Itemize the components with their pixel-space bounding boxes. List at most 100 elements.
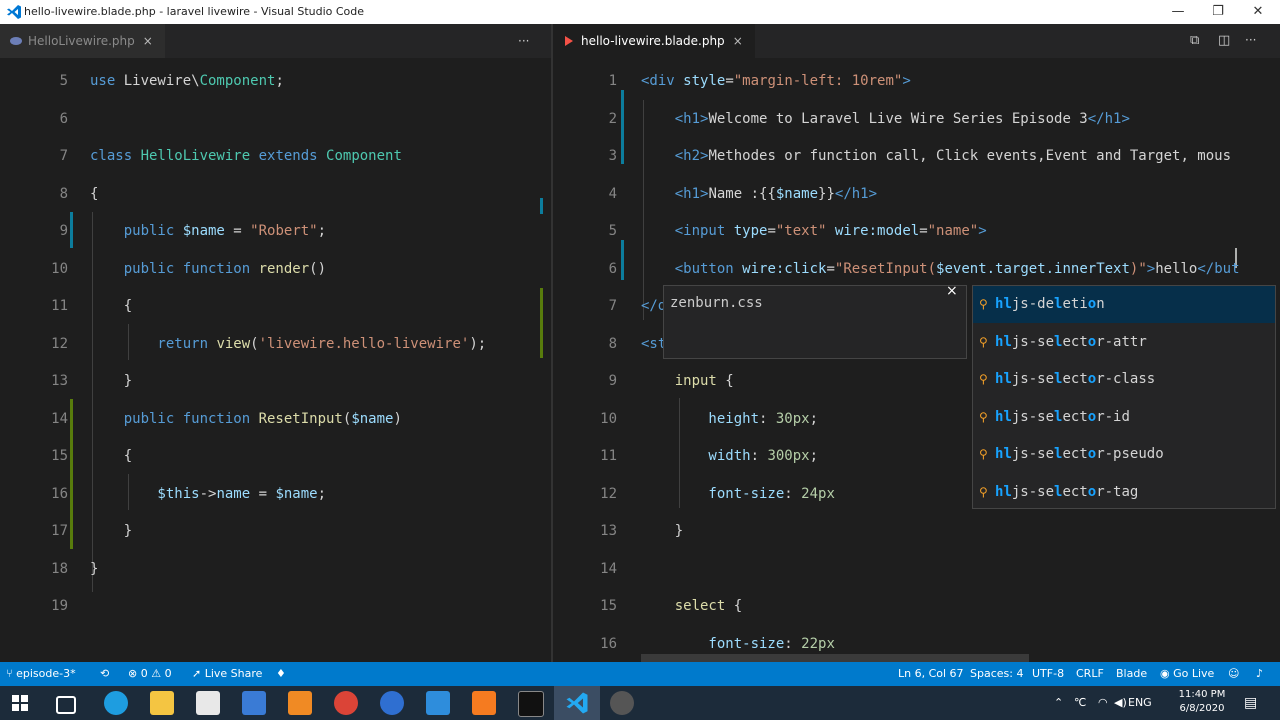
code-line[interactable]: 11 {: [0, 288, 551, 325]
firefox-icon[interactable]: [380, 691, 404, 715]
line-number: 10: [51, 260, 68, 277]
code-line[interactable]: 18}: [0, 551, 551, 588]
code-line[interactable]: 15 {: [0, 438, 551, 475]
suggest-label-part: r-id: [1096, 408, 1130, 425]
edge-browser-icon[interactable]: [104, 691, 128, 715]
horizontal-scrollbar[interactable]: [641, 654, 1029, 662]
code-token: wire:click: [742, 260, 827, 277]
terminal-icon[interactable]: [518, 691, 544, 717]
go-live-button[interactable]: ◉ Go Live: [1160, 662, 1214, 686]
code-line[interactable]: 12 return view('livewire.hello-livewire'…: [0, 326, 551, 363]
close-icon[interactable]: ×: [733, 34, 743, 48]
minimize-button[interactable]: —: [1158, 0, 1198, 24]
suggest-item[interactable]: ⚲ hljs-selector-id: [973, 399, 1275, 436]
windows-start-icon[interactable]: [12, 695, 28, 711]
sync-icon[interactable]: ⟲: [100, 662, 109, 686]
code-line[interactable]: 6 <button wire:click="ResetInput($event.…: [553, 251, 1280, 288]
code-token: =: [250, 485, 276, 502]
vscode-taskbar-active[interactable]: [554, 686, 600, 720]
code-line[interactable]: 13 }: [553, 513, 1280, 550]
code-line[interactable]: 4 <h1>Name :{{$name}}</h1>: [553, 176, 1280, 213]
input-language[interactable]: ENG: [1128, 686, 1152, 720]
file-explorer-icon[interactable]: [150, 691, 174, 715]
open-changes-icon[interactable]: ⧉: [1190, 33, 1199, 48]
code-line[interactable]: 7 class HelloLivewire extends Component: [0, 138, 551, 175]
code-line[interactable]: 17 }: [0, 513, 551, 550]
suggest-item[interactable]: ⚲ hljs-deletion: [973, 286, 1275, 323]
suggest-item[interactable]: ⚲ hljs-selector-tag: [973, 474, 1275, 511]
clock[interactable]: 11:40 PM 6/8/2020: [1170, 688, 1234, 716]
line-ending[interactable]: CRLF: [1076, 662, 1104, 686]
code-line[interactable]: 8{: [0, 176, 551, 213]
code-line[interactable]: 5 <input type="text" wire:model="name">: [553, 213, 1280, 250]
suggest-label-part: ect: [1062, 446, 1088, 462]
close-icon[interactable]: ×: [143, 34, 153, 48]
line-number: 13: [51, 373, 68, 389]
indentation[interactable]: Spaces: 4: [970, 662, 1023, 686]
suggest-label-part: o: [1087, 371, 1097, 387]
tray-app-icon[interactable]: ℃: [1074, 686, 1086, 720]
close-icon[interactable]: ×: [946, 283, 958, 299]
encoding[interactable]: UTF-8: [1032, 662, 1064, 686]
action-center-icon[interactable]: ▤: [1244, 686, 1257, 720]
remote-branch-indicator[interactable]: ⑂ episode-3*: [6, 662, 76, 686]
code-line[interactable]: 14 public function ResetInput($name): [0, 401, 551, 438]
xampp-icon[interactable]: [472, 691, 496, 715]
tab-hello-livewire-blade[interactable]: hello-livewire.blade.php ×: [553, 24, 755, 58]
code-line[interactable]: 19: [0, 588, 551, 625]
vlc-icon[interactable]: [288, 691, 312, 715]
more-actions-icon[interactable]: ···: [518, 24, 529, 58]
chrome-icon[interactable]: [334, 691, 358, 715]
code-token: }}: [818, 185, 835, 202]
volume-icon[interactable]: ◀): [1114, 686, 1127, 720]
network-icon[interactable]: ◠: [1098, 686, 1108, 720]
suggest-item[interactable]: ⚲ hljs-selector-class: [973, 361, 1275, 398]
suggest-label-part: n: [1096, 296, 1105, 312]
code-line[interactable]: 5 use Livewire\Component;: [0, 63, 551, 100]
code-line[interactable]: 2 <h1>Welcome to Laravel Live Wire Serie…: [553, 101, 1280, 138]
code-line[interactable]: 1 <div style="margin-left: 10rem">: [553, 63, 1280, 100]
code-line[interactable]: 16 $this->name = $name;: [0, 476, 551, 513]
mail-icon[interactable]: [242, 691, 266, 715]
language-mode[interactable]: Blade: [1116, 662, 1147, 686]
code-line[interactable]: 14: [553, 551, 1280, 588]
code-line[interactable]: 3 <h2>Methodes or function call, Click e…: [553, 138, 1280, 175]
notepad-icon[interactable]: [426, 691, 450, 715]
tab-hellolivewire-php[interactable]: HelloLivewire.php ×: [0, 24, 165, 58]
line-number: 6: [59, 110, 68, 127]
suggest-item[interactable]: ⚲ hljs-selector-attr: [973, 324, 1275, 361]
line-number: 5: [608, 223, 617, 239]
code-line[interactable]: 9 public $name = "Robert";: [0, 213, 551, 250]
branch-label: episode-3*: [16, 667, 76, 680]
suggest-list[interactable]: ⚲ hljs-deletion ⚲ hljs-selector-attr ⚲ hljs-s…: [972, 285, 1276, 509]
status-bar: ⑂ episode-3* ⟲ ⊗ 0 ⚠ 0 ➚ Live Share ♦ Ln…: [0, 662, 1280, 686]
code-line[interactable]: 6: [0, 101, 551, 138]
obs-icon[interactable]: [610, 691, 634, 715]
line-number: 16: [600, 635, 617, 652]
cursor-position[interactable]: Ln 6, Col 67: [898, 662, 964, 686]
code-token: 'livewire.hello-livewire': [258, 335, 470, 352]
problems-indicator[interactable]: ⊗ 0 ⚠ 0: [128, 662, 172, 686]
code-token: ->: [199, 485, 217, 502]
code-line[interactable]: 10 public function render(): [0, 251, 551, 288]
code-token: use: [90, 73, 124, 89]
store-icon[interactable]: [196, 691, 220, 715]
suggest-item[interactable]: ⚲ hljs-selector-pseudo: [973, 436, 1275, 473]
code-line[interactable]: 13 }: [0, 363, 551, 400]
split-editor-icon[interactable]: ◫: [1218, 33, 1230, 48]
feedback-icon[interactable]: ☺: [1228, 662, 1239, 686]
task-view-icon[interactable]: [56, 696, 76, 714]
line-number: 5: [59, 73, 68, 89]
left-editor[interactable]: 5 use Livewire\Component; 6 7 class HelloLiv…: [0, 58, 551, 662]
live-share-icon: ➚: [192, 667, 205, 680]
bell-icon[interactable]: ♦: [276, 662, 286, 686]
restore-button[interactable]: ❐: [1198, 0, 1238, 24]
suggest-label-part: l: [1003, 483, 1012, 500]
tray-chevron-icon[interactable]: ⌃: [1054, 686, 1063, 720]
close-window-button[interactable]: ✕: [1238, 0, 1278, 24]
notifications-icon[interactable]: ♪: [1256, 662, 1263, 686]
live-share-button[interactable]: ➚ Live Share: [192, 662, 262, 686]
suggest-label-part: ect: [1062, 483, 1088, 500]
code-line[interactable]: 15 select {: [553, 588, 1280, 625]
more-actions-icon[interactable]: ···: [1245, 33, 1256, 47]
